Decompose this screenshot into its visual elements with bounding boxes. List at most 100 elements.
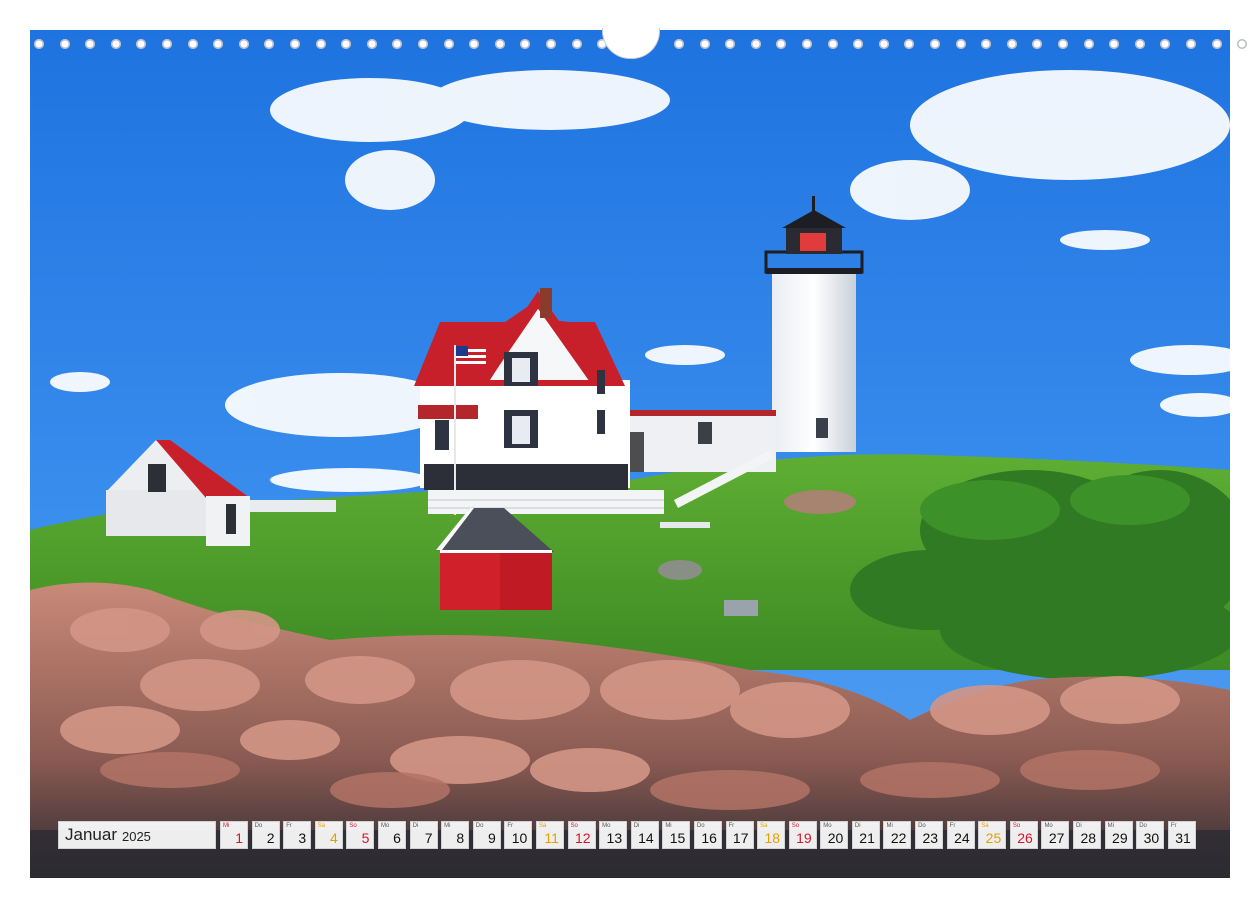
weekday-abbr: So (791, 823, 800, 829)
binding-hole (853, 39, 864, 49)
binding-hole (136, 39, 147, 49)
weekday-abbr: Do (696, 823, 705, 829)
day-cell: Sa 4 (314, 821, 343, 849)
day-number: 12 (574, 830, 591, 846)
day-cell: Di 7 (409, 821, 438, 849)
weekday-abbr: Sa (981, 823, 989, 829)
binding-hole (750, 39, 761, 49)
day-cell: So 12 (567, 821, 596, 849)
weekday-abbr: Di (1076, 823, 1082, 829)
weekday-abbr: Mi (886, 823, 893, 829)
binding-hole (110, 39, 121, 49)
binding-hole (674, 39, 684, 49)
binding-hole (59, 39, 70, 49)
binding-hole (418, 39, 428, 49)
day-number: 13 (606, 830, 623, 846)
day-cell: So 26 (1009, 821, 1038, 849)
binding-hole (341, 39, 352, 49)
weekday-abbr: Mo (602, 823, 611, 829)
day-cell: Do 16 (693, 821, 722, 849)
day-cell: Mo 13 (599, 821, 628, 849)
binding-hole (725, 39, 736, 49)
day-cell: Sa 11 (535, 821, 564, 849)
day-cell: Fr 10 (504, 821, 533, 849)
binding-hole (162, 39, 172, 49)
binding-hole (1006, 39, 1017, 49)
binding-hole (571, 39, 582, 49)
day-cell: Mo 6 (377, 821, 406, 849)
day-number: 7 (424, 830, 433, 846)
weekday-abbr: Mi (665, 823, 672, 829)
day-number: 21 (859, 830, 875, 846)
weekday-abbr: Mi (444, 823, 451, 829)
binding-hole (315, 39, 326, 49)
day-number: 3 (298, 830, 307, 846)
weekday-abbr: Do (254, 823, 263, 829)
binding-hole (187, 39, 198, 49)
weekday-abbr: Di (633, 823, 640, 829)
day-number: 9 (487, 830, 496, 846)
day-number: 8 (456, 830, 465, 846)
binding-hole (1186, 39, 1196, 49)
day-cells: Mi 1 Do 2 Fr 3 Sa 4 So 5 Mo 6 Di 7 Mi 8 Do 9 Fr 10 Sa 11 So 12 M… (220, 821, 1199, 849)
day-cell: Di 28 (1073, 821, 1102, 849)
day-number: 16 (701, 830, 717, 846)
month-year: 2025 (121, 829, 151, 844)
weekday-abbr: So (1012, 823, 1021, 829)
day-cell: Mo 20 (820, 821, 849, 849)
binding-hole (213, 39, 224, 49)
day-number: 15 (669, 830, 686, 846)
day-number: 27 (1048, 830, 1065, 846)
weekday-abbr: Do (918, 823, 926, 829)
day-number: 24 (954, 830, 970, 846)
binding-hole (1109, 39, 1120, 49)
weekday-abbr: Sa (760, 823, 768, 829)
weekday-abbr: So (570, 823, 578, 829)
day-number: 28 (1080, 830, 1097, 846)
calendar-page: Januar 2025 Mi 1 Do 2 Fr 3 Sa 4 So 5 Mo 6 Di 7 Mi 8 Do 9 F… (30, 28, 1248, 878)
binding-hole (520, 39, 531, 49)
weekday-abbr: Do (475, 823, 484, 829)
day-number: 18 (764, 830, 781, 846)
day-number: 14 (638, 830, 654, 846)
day-number: 1 (235, 830, 243, 846)
day-number: 5 (361, 830, 370, 846)
binding-hole (1083, 39, 1094, 49)
month-label: Januar 2025 (58, 821, 216, 849)
weekday-abbr: Fr (728, 823, 735, 829)
day-number: 6 (393, 830, 401, 846)
day-number: 2 (266, 830, 275, 846)
day-cell: Do 9 (472, 821, 501, 849)
weekday-abbr: Mi (1107, 823, 1114, 829)
binding-hole (878, 39, 889, 49)
binding-hole (955, 39, 966, 49)
binding-hole (1134, 39, 1145, 49)
day-number: 20 (827, 830, 844, 846)
binding-hole (1160, 39, 1171, 49)
binding-hole (392, 39, 403, 49)
day-number: 29 (1112, 830, 1128, 846)
binding-hole (1237, 39, 1248, 49)
binding-hole (776, 39, 787, 49)
binding-hole (1058, 39, 1068, 49)
day-cell: Do 2 (251, 821, 280, 849)
day-cell: Fr 3 (283, 821, 312, 849)
day-number: 17 (732, 830, 749, 846)
weekday-abbr: Mo (380, 823, 390, 829)
day-cell: Mi 8 (441, 821, 470, 849)
day-number: 19 (796, 830, 812, 846)
weekday-abbr: Mo (823, 823, 832, 829)
day-number: 22 (890, 830, 907, 846)
day-number: 25 (985, 830, 1002, 846)
day-cell: Di 14 (630, 821, 659, 849)
day-cell: Mi 29 (1104, 821, 1133, 849)
day-cell: Sa 18 (757, 821, 786, 849)
weekday-abbr: Di (854, 823, 861, 829)
binding-hole (1211, 39, 1222, 49)
binding-hole (494, 39, 505, 49)
weekday-abbr: Fr (1170, 823, 1177, 829)
binding-hole (1032, 39, 1043, 49)
day-number: 26 (1017, 830, 1033, 846)
day-number: 31 (1175, 830, 1191, 846)
weekday-abbr: Sa (538, 823, 547, 829)
